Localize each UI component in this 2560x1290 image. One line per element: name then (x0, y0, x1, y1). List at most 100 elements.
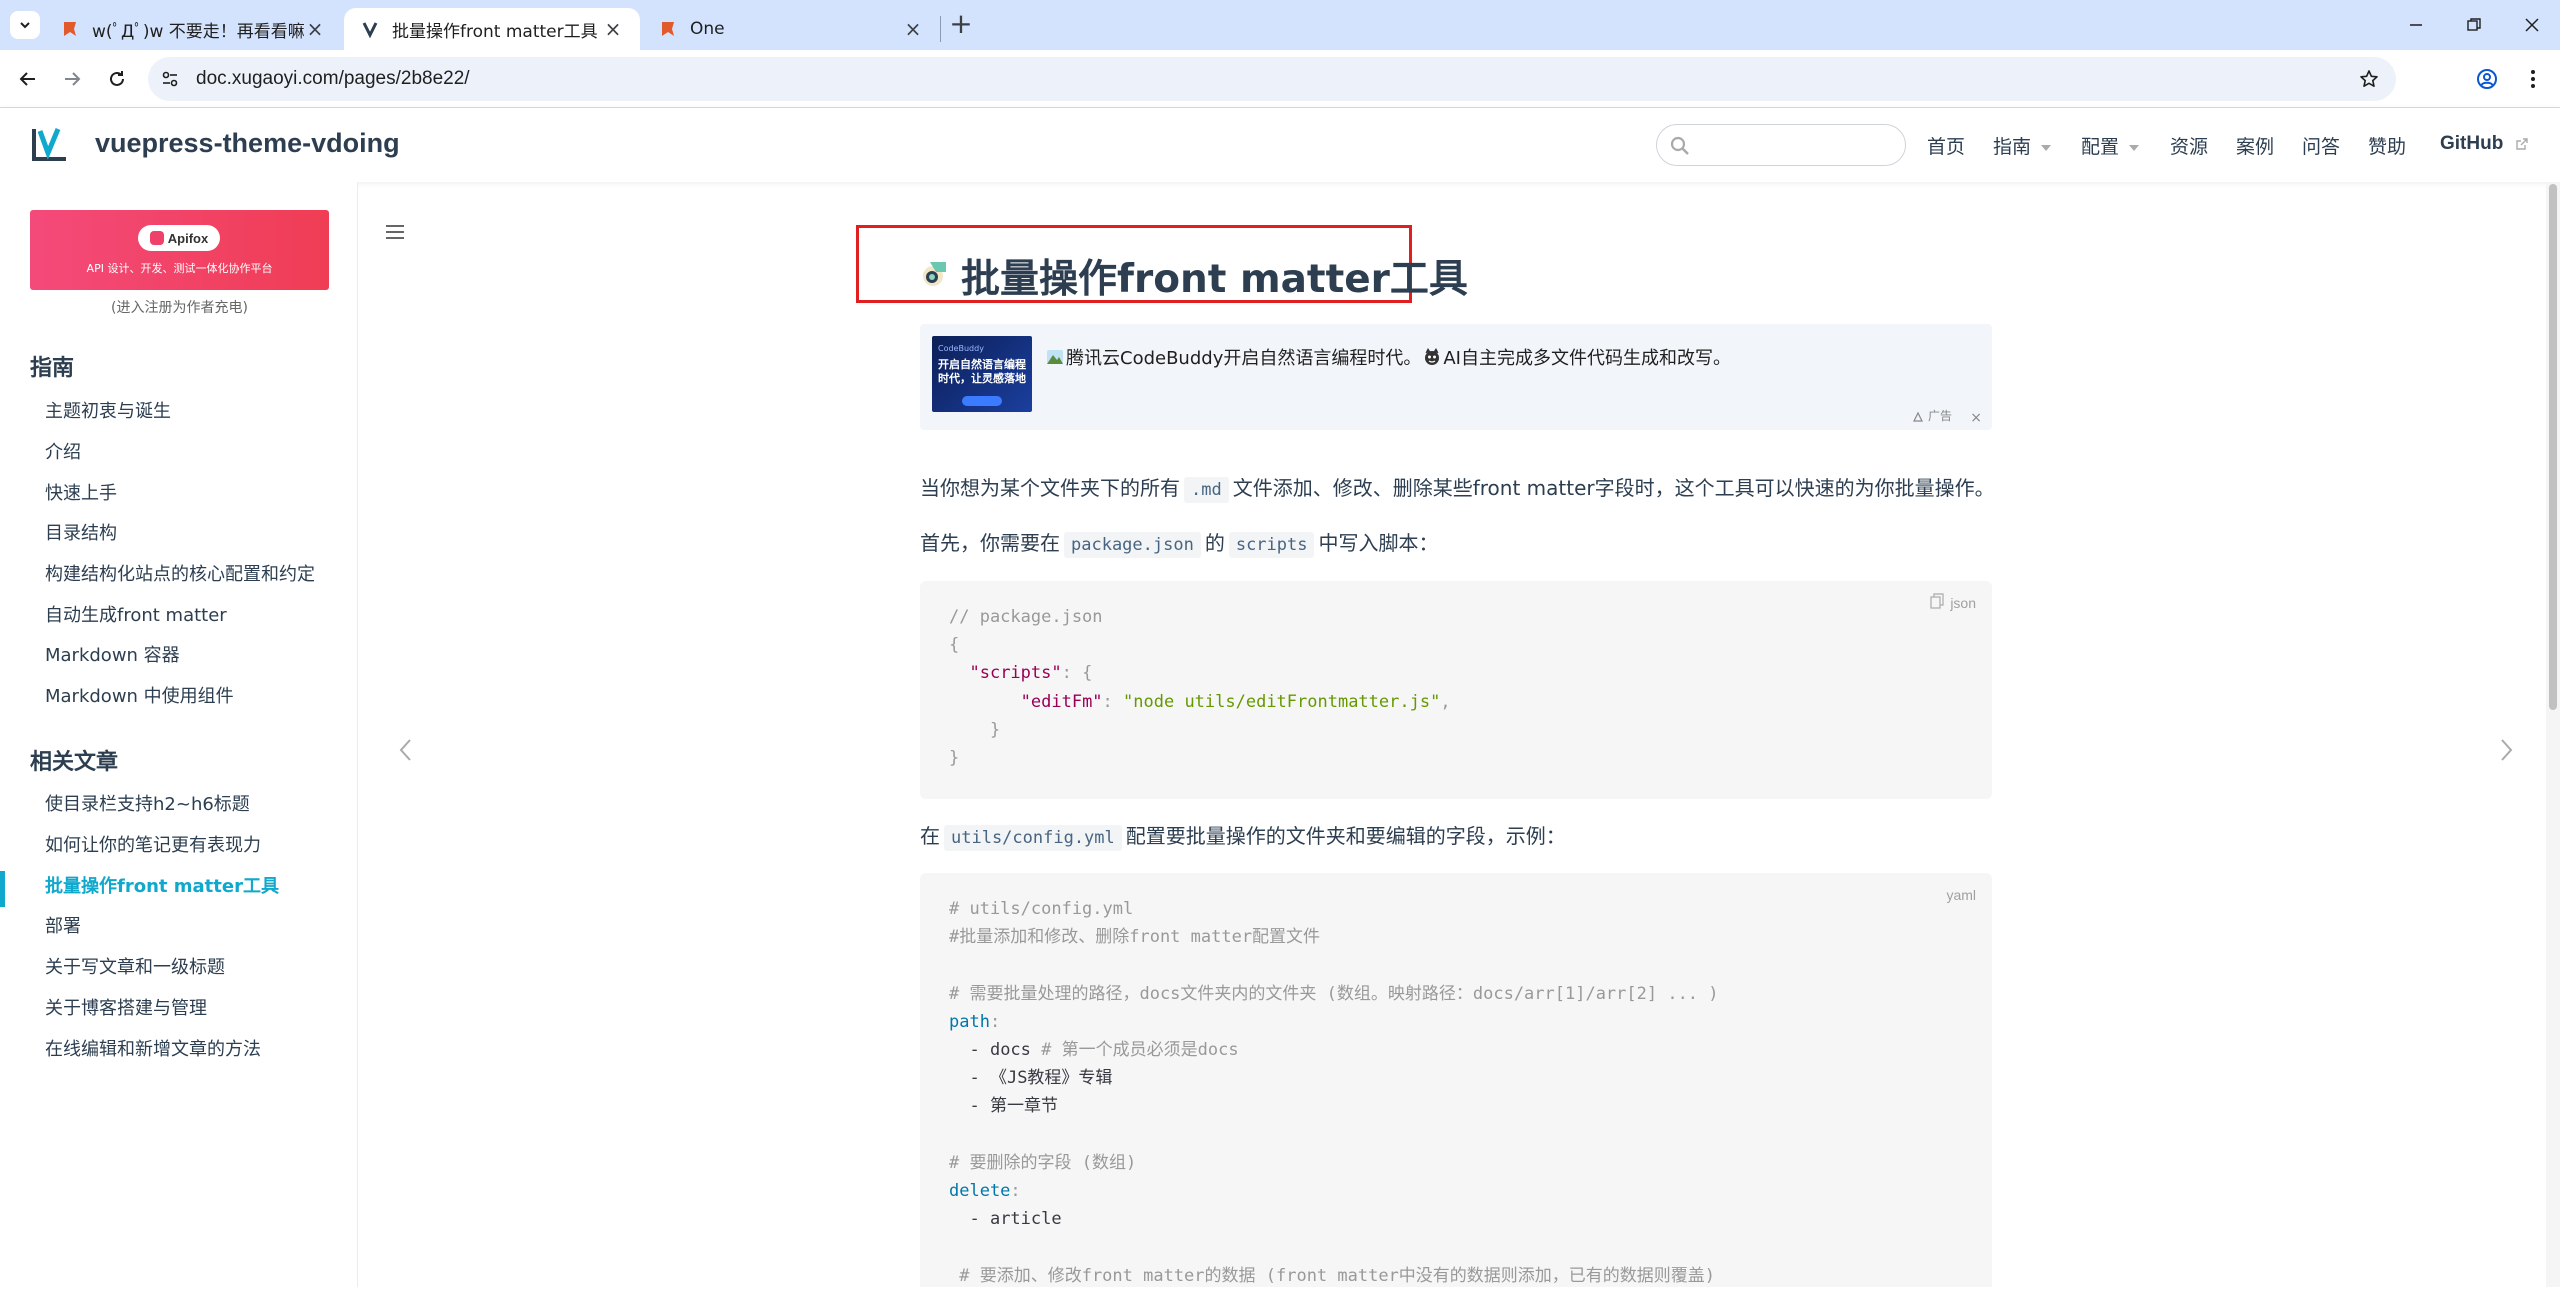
page-title: 批量操作front matter工具 (961, 257, 1468, 302)
search-input[interactable] (1656, 124, 1906, 166)
nav-item-home[interactable]: 首页 (1927, 132, 1965, 159)
close-tab-icon[interactable]: × (304, 17, 326, 41)
close-tab-icon[interactable]: × (602, 17, 624, 41)
forward-button[interactable] (57, 64, 87, 94)
scrollbar-thumb[interactable] (2549, 184, 2557, 710)
sidebar-group-title[interactable]: 相关文章 (30, 744, 118, 776)
bookmark-star-icon[interactable] (2356, 66, 2382, 92)
url-text: doc.xugaoyi.com/pages/2b8e22/ (196, 68, 470, 89)
sidebar-item[interactable]: 介绍 (45, 438, 81, 464)
inline-ad-card[interactable]: CodeBuddy 开启自然语言编程时代，让灵感落地 腾讯云CodeBuddy开… (920, 324, 1992, 430)
minimize-icon (2410, 24, 2422, 26)
profile-button[interactable] (2472, 64, 2502, 94)
sidebar-item[interactable]: 关于博客搭建与管理 (45, 994, 207, 1020)
ad-info-icon (1913, 411, 1924, 422)
ad-label: 广告 (1912, 407, 1952, 424)
sidebar-item[interactable]: 快速上手 (45, 479, 117, 505)
prev-page-arrow-icon[interactable] (396, 738, 416, 762)
code-comment: # 第一个成员必须是docs (1041, 1040, 1239, 1061)
nav-item-label: 配置 (2081, 136, 2120, 158)
ad-text-b: AI自主完成多文件代码生成和改写。 (1443, 348, 1731, 369)
sidebar-item[interactable]: Markdown 容器 (45, 641, 180, 667)
browser-tab-3[interactable]: One × (642, 8, 940, 50)
page-scrollbar[interactable] (2546, 182, 2560, 1287)
nav-item-resources[interactable]: 资源 (2170, 132, 2208, 159)
nav-item-qa[interactable]: 问答 (2302, 132, 2340, 159)
ad-brand: Apifox (167, 230, 209, 246)
code-language-label: json (1950, 595, 1976, 611)
next-page-arrow-icon[interactable] (2496, 738, 2516, 762)
apifox-icon (149, 231, 164, 245)
copy-icon[interactable] (1930, 593, 1944, 609)
restore-button[interactable] (2459, 10, 2489, 40)
code-punct: , (1440, 691, 1451, 712)
close-icon (2525, 18, 2539, 32)
text: 文件添加、修改、删除某些front matter字段时，这个工具可以快速的为你批… (1232, 476, 1995, 500)
code-block-yaml[interactable]: yaml # utils/config.yml #批量添加和修改、删除front… (920, 873, 1992, 1287)
nav-item-label: GitHub (2440, 133, 2504, 154)
sidebar-item[interactable]: 构建结构化站点的核心配置和约定 (45, 560, 315, 586)
paragraph-step1: 首先，你需要在 package.json 的 scripts 中写入脚本： (920, 528, 1438, 558)
site-navbar: vuepress-theme-vdoing 首页 指南 配置 资源 案例 问答 … (0, 108, 2560, 182)
sidebar-toggle-icon[interactable] (384, 221, 406, 243)
tab-title: 批量操作front matter工具 | vu (392, 21, 602, 42)
caret-down-icon (2129, 144, 2140, 151)
sidebar-group-title[interactable]: 指南 (30, 350, 74, 382)
article-title-icon (923, 262, 946, 286)
browser-tab-2[interactable]: 批量操作front matter工具 | vu × (344, 8, 640, 50)
minimize-button[interactable] (2401, 10, 2431, 40)
code-comment: // package.json (949, 607, 1103, 627)
nav-item-guide[interactable]: 指南 (1993, 132, 2052, 159)
ad-close-button[interactable]: × (1970, 410, 1982, 426)
code-punct: : (1102, 691, 1124, 712)
browser-menu-button[interactable] (2518, 64, 2548, 94)
address-bar[interactable]: doc.xugaoyi.com/pages/2b8e22/ (148, 57, 2396, 101)
text: 配置要批量操作的文件夹和要编辑的字段，示例： (1125, 824, 1566, 848)
nav-item-github[interactable]: GitHub (2440, 132, 2529, 155)
sidebar-item[interactable]: 部署 (45, 912, 81, 938)
site-name[interactable]: vuepress-theme-vdoing (95, 128, 400, 159)
code-comment: # 要删除的字段 (数组) (949, 1152, 1137, 1173)
nav-item-sponsor[interactable]: 赞助 (2368, 132, 2406, 159)
sidebar-item[interactable]: Markdown 中使用组件 (45, 682, 234, 708)
back-button[interactable] (13, 64, 43, 94)
ad-tagline: API 设计、开发、测试一体化协作平台 (86, 262, 273, 275)
code-block-json[interactable]: json // package.json { "scripts": { "edi… (920, 581, 1992, 799)
nav-item-cases[interactable]: 案例 (2236, 132, 2274, 159)
sidebar-ad-banner[interactable]: Apifox API 设计、开发、测试一体化协作平台 (30, 210, 329, 290)
code-punct: : { (1061, 663, 1093, 684)
reload-button[interactable] (102, 64, 132, 94)
sidebar-item[interactable]: 主题初衷与诞生 (45, 397, 171, 423)
kebab-menu-icon (2531, 70, 2535, 88)
tab-search-button[interactable] (10, 11, 40, 39)
sidebar-item[interactable]: 如何让你的笔记更有表现力 (45, 831, 261, 857)
ad-note: (进入注册为作者充电) (111, 300, 248, 316)
close-window-button[interactable] (2517, 10, 2547, 40)
ad-text: 腾讯云CodeBuddy开启自然语言编程时代。 AI自主完成多文件代码生成和改写… (1044, 344, 1731, 370)
code-comment: #批量添加和修改、删除front matter配置文件 (949, 927, 1321, 948)
new-tab-button[interactable]: + (948, 10, 974, 38)
code-line: - docs (969, 1040, 1042, 1061)
sidebar-item[interactable]: 在线编辑和新增文章的方法 (45, 1035, 261, 1061)
close-tab-icon[interactable]: × (902, 17, 924, 41)
nav-item-label: 指南 (1993, 136, 2032, 158)
sidebar-item-active[interactable]: 批量操作front matter工具 (45, 872, 279, 898)
vdoing-logo-icon[interactable] (30, 125, 70, 165)
inline-code: scripts (1228, 532, 1315, 558)
nav-item-config[interactable]: 配置 (2081, 132, 2140, 159)
external-link-icon (2516, 137, 2529, 150)
site-info-icon[interactable] (158, 67, 182, 91)
code-line: - article (969, 1209, 1062, 1230)
browser-tab-1[interactable]: w(ﾟДﾟ)w 不要走！再看看嘛！ × (44, 8, 342, 50)
code-key: "editFm" (1020, 691, 1103, 712)
code-line: - 《JS教程》专辑 (969, 1068, 1113, 1089)
sidebar-item[interactable]: 目录结构 (45, 519, 117, 545)
ad-thumb-button (962, 396, 1002, 406)
code-string: "node utils/editFrontmatter.js" (1123, 691, 1441, 712)
paragraph-intro: 当你想为某个文件夹下的所有 .md 文件添加、修改、删除某些front matter… (920, 473, 1995, 503)
mountain-emoji-icon (1047, 350, 1063, 364)
sidebar-item[interactable]: 使目录栏支持h2~h6标题 (45, 790, 250, 816)
sidebar-item[interactable]: 关于写文章和一级标题 (45, 953, 225, 979)
sidebar-item[interactable]: 自动生成front matter (45, 601, 227, 627)
ad-thumb-text: 开启自然语言编程时代，让灵感落地 (938, 358, 1026, 385)
